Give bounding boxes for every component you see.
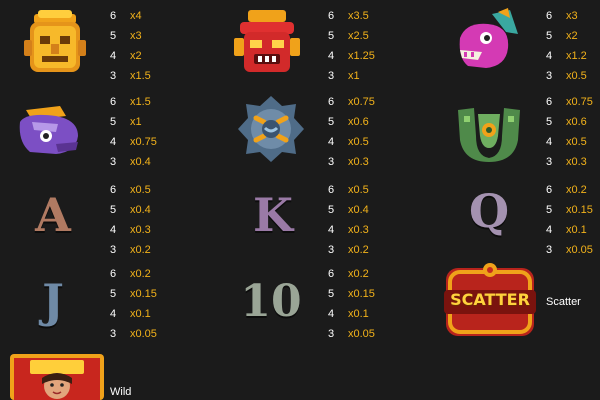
paytable-q: 6 x0.2 5 x0.15 4 x0.1 3 x0.05	[546, 184, 593, 256]
letter-k-icon: K	[253, 188, 293, 242]
blue-stone-icon	[236, 94, 306, 164]
gold-mask-icon	[20, 10, 90, 80]
red-mask-icon	[232, 10, 302, 80]
letter-a-icon: A	[35, 188, 71, 242]
paytable-pink-serpent: 6 x3 5 x2 4 x1.2 3 x0.5	[546, 10, 587, 82]
paytable-green-idol: 6 x0.75 5 x0.6 4 x0.5 3 x0.3	[546, 96, 593, 168]
wild-queen-icon	[10, 354, 104, 400]
paytable-gold-mask: 6 x4 5 x3 4 x2 3 x1.5	[110, 10, 151, 82]
paytable-a: 6 x0.5 5 x0.4 4 x0.3 3 x0.2	[110, 184, 151, 256]
pink-serpent-icon	[452, 8, 522, 78]
paytable-k: 6 x0.5 5 x0.4 4 x0.3 3 x0.2	[328, 184, 369, 256]
scatter-icon: SCATTER	[442, 262, 538, 342]
letter-j-icon: J	[42, 274, 64, 328]
scatter-text: SCATTER	[450, 290, 530, 309]
paytable-red-mask: 6 x3.5 5 x2.5 4 x1.25 3 x1	[328, 10, 375, 82]
green-idol-icon	[454, 96, 524, 166]
letter-q-icon: Q	[468, 184, 510, 238]
scatter-label: Scatter	[546, 296, 581, 308]
wild-label: Wild	[110, 386, 132, 398]
purple-serpent-icon	[16, 96, 86, 166]
paytable-purple-serpent: 6 x1.5 5 x1 4 x0.75 3 x0.4	[110, 96, 157, 168]
paytable-blue-stone: 6 x0.75 5 x0.6 4 x0.5 3 x0.3	[328, 96, 375, 168]
paytable-10: 6 x0.2 5 x0.15 4 x0.1 3 x0.05	[328, 268, 375, 340]
number-10-icon: 10	[240, 275, 302, 327]
paytable-j: 6 x0.2 5 x0.15 4 x0.1 3 x0.05	[110, 268, 157, 340]
